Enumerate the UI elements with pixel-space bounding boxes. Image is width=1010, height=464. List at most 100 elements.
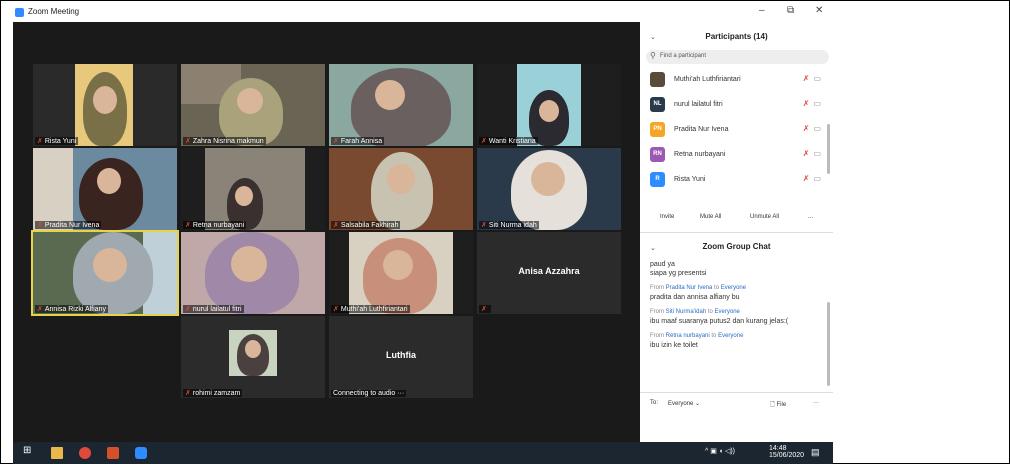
zoom-logo-icon <box>15 8 24 17</box>
muted-mic-icon: ✗ <box>333 138 339 145</box>
muted-mic-icon: ✗ <box>185 390 191 397</box>
recipient-dropdown[interactable]: Everyone ⌄ <box>668 400 700 407</box>
avatar: RN <box>650 147 665 162</box>
participant-scrollbar[interactable] <box>827 124 830 174</box>
file-button[interactable]: 🗋 File <box>770 400 786 410</box>
search-icon: ⚲ <box>650 51 656 60</box>
restore-button[interactable]: ⧉ <box>787 5 794 16</box>
tile-name-label: ✗ rohimi zamzam <box>183 389 243 397</box>
muted-mic-icon[interactable]: ✗ <box>803 124 810 133</box>
tile-name-label: ✗ Salsabila Fakhirah <box>331 221 401 229</box>
muted-mic-icon: ✗ <box>37 138 43 145</box>
muted-mic-icon: ✗ <box>185 306 191 313</box>
tile-mute-label: ✗ <box>479 305 491 313</box>
participant-list: Muthi'ah Luthfiriantari ✗ ▭ NL nurul lail… <box>640 68 833 198</box>
muted-mic-icon[interactable]: ✗ <box>803 174 810 183</box>
participant-item[interactable]: RN Retna nurbayani ✗ ▭ <box>640 143 833 167</box>
mute-all-button[interactable]: Mute All <box>700 214 721 220</box>
tile-name-label: ✗ Rista Yuni <box>35 137 79 145</box>
video-tile[interactable]: ✗ Farah Annisa <box>329 64 473 146</box>
video-tile[interactable]: ✗ nurul lailatul fitri <box>181 232 325 314</box>
video-off-icon[interactable]: ▭ <box>813 99 821 108</box>
muted-mic-icon[interactable]: ✗ <box>803 149 810 158</box>
chat-sender-line: From Pradita Nur Ivena to Everyone <box>650 285 747 291</box>
tile-name-label: ✗ Wanti Kristiana <box>479 137 538 145</box>
tile-name-label: ✗ Siti Nurma idah <box>479 221 539 229</box>
muted-mic-icon: ✗ <box>333 306 339 313</box>
avatar: NL <box>650 97 665 112</box>
participants-header: Participants (14) <box>705 32 768 41</box>
participant-search-input[interactable]: ⚲ Find a participant <box>646 50 829 64</box>
video-tile[interactable]: ✗ Zahra Nisrina makmun <box>181 64 325 146</box>
video-grid: ✗ Rista Yuni ✗ Zahra Nisrina makmun ✗ Farah… <box>13 22 640 442</box>
file-explorer-icon[interactable] <box>51 447 63 459</box>
tile-name-centered: Luthfia <box>386 350 416 360</box>
minimize-button[interactable]: – <box>759 5 765 16</box>
muted-mic-icon[interactable]: ✗ <box>803 74 810 83</box>
video-off-icon[interactable]: ▭ <box>813 174 821 183</box>
video-tile[interactable]: ✗ Rista Yuni <box>33 64 177 146</box>
muted-mic-icon[interactable]: ✗ <box>803 99 810 108</box>
tile-name-label: ✗ Zahra Nisrina makmun <box>183 137 266 145</box>
more-options-button[interactable]: ... <box>808 214 813 220</box>
section-divider <box>640 232 833 233</box>
participant-item[interactable]: Muthi'ah Luthfiriantari ✗ ▭ <box>640 68 833 92</box>
notification-icon[interactable]: ▤ <box>811 447 820 458</box>
window-title: Zoom Meeting <box>28 7 80 16</box>
tile-name-label: ✗ Muthi'ah Luthfiriantari <box>331 305 410 313</box>
powerpoint-icon[interactable] <box>107 447 119 459</box>
chat-scrollbar[interactable] <box>827 302 830 386</box>
muted-mic-icon: ✗ <box>481 138 487 145</box>
tile-name-label: ✗ Annisa Rizki Alfiany <box>35 305 108 313</box>
video-tile[interactable]: Anisa Azzahra ✗ <box>477 232 621 314</box>
muted-mic-icon: ✗ <box>481 306 487 313</box>
system-tray-icons[interactable]: ^ ▣ ◖ ◁)) <box>705 447 735 455</box>
taskbar-clock[interactable]: 14:48 15/06/2020 <box>769 445 804 459</box>
side-panel: ⌄ Participants (14) ⚲ Find a participant… <box>640 22 833 442</box>
chat-header: Zoom Group Chat <box>702 242 771 251</box>
tile-name-label: ✗ Pradita Nur Ivena <box>35 221 102 229</box>
muted-mic-icon: ✗ <box>185 222 191 229</box>
avatar: PN <box>650 122 665 137</box>
video-tile[interactable]: ✗ Siti Nurma idah <box>477 148 621 230</box>
section-divider <box>640 392 833 393</box>
tile-name-centered: Anisa Azzahra <box>518 266 580 276</box>
video-tile[interactable]: ✗ Salsabila Fakhirah <box>329 148 473 230</box>
chat-more-button[interactable]: ··· <box>813 400 819 406</box>
unmute-all-button[interactable]: Unmute All <box>750 214 779 220</box>
tile-name-label: ✗ nurul lailatul fitri <box>183 305 244 313</box>
invite-button[interactable]: Invite <box>660 214 674 220</box>
video-off-icon[interactable]: ▭ <box>813 74 821 83</box>
muted-mic-icon: ✗ <box>481 222 487 229</box>
video-tile-active-speaker[interactable]: ✗ Annisa Rizki Alfiany <box>31 230 179 316</box>
muted-mic-icon: ✗ <box>185 138 191 145</box>
video-tile[interactable]: Luthfia Connecting to audio ··· <box>329 316 473 398</box>
close-button[interactable]: ✕ <box>815 5 823 16</box>
participant-item[interactable]: NL nurul lailatul fitri ✗ ▭ <box>640 93 833 117</box>
participant-item[interactable]: R Rista Yuni ✗ ▭ <box>640 168 833 192</box>
video-tile[interactable]: ✗ Retna nurbayani <box>181 148 325 230</box>
chat-messages: paud ya siapa yg presentsi From Pradita … <box>650 260 825 350</box>
muted-mic-icon: ✗ <box>37 222 43 229</box>
video-tile[interactable]: ✗ rohimi zamzam <box>181 316 325 398</box>
windows-taskbar: ⊞ ^ ▣ ◖ ◁)) 14:48 15/06/2020 ▤ <box>13 442 833 464</box>
chrome-icon[interactable] <box>79 447 91 459</box>
tile-status-label: Connecting to audio ··· <box>331 390 407 397</box>
file-icon: 🗋 <box>770 402 775 408</box>
video-off-icon[interactable]: ▭ <box>813 149 821 158</box>
video-tile[interactable]: ✗ Muthi'ah Luthfiriantari <box>329 232 473 314</box>
video-tile[interactable]: ✗ Pradita Nur Ivena <box>33 148 177 230</box>
to-label: To: <box>650 400 659 406</box>
video-off-icon[interactable]: ▭ <box>813 124 821 133</box>
muted-mic-icon: ✗ <box>333 222 339 229</box>
chat-sender-line: From Siti Nurma'idah to Everyone <box>650 309 740 315</box>
muted-mic-icon: ✗ <box>37 306 43 313</box>
zoom-window: Zoom Meeting – ⧉ ✕ ✗ Rista Yuni ✗ Zahra Ni… <box>13 4 833 464</box>
zoom-taskbar-icon[interactable] <box>135 447 147 459</box>
windows-start-icon[interactable]: ⊞ <box>23 445 35 457</box>
title-bar: Zoom Meeting – ⧉ ✕ <box>13 4 833 22</box>
participant-item[interactable]: PN Pradita Nur Ivena ✗ ▭ <box>640 118 833 142</box>
video-tile[interactable]: ✗ Wanti Kristiana <box>477 64 621 146</box>
chat-sender-line: From Retna nurbayani to Everyone <box>650 333 744 339</box>
avatar <box>650 72 665 87</box>
